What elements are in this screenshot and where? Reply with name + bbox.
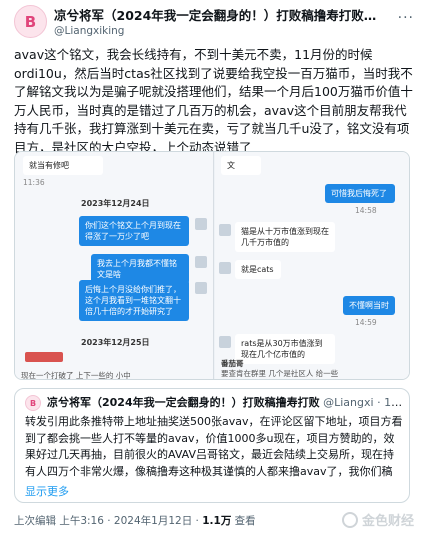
view-count: 1.1万 xyxy=(202,515,232,527)
view-label: 查看 xyxy=(231,515,256,527)
avatar xyxy=(195,282,207,294)
chat-bubble: 你们这个铭文上个月到现在得涨了一万少了吧 xyxy=(79,216,189,246)
avatar xyxy=(195,256,207,268)
show-more-link[interactable]: 显示更多 xyxy=(25,483,69,499)
chat-bubble: rats是从30万市值涨到现在几个亿市值的 xyxy=(235,334,335,364)
watermark: 金色财经 xyxy=(341,510,414,529)
quoted-author-name: 凉兮将军（2024年我一定会翻身的！）打败稿撸寿打败 xyxy=(47,396,320,409)
watermark-logo-icon xyxy=(341,511,358,528)
chat-time: 14:59 xyxy=(355,318,377,327)
author-name[interactable]: 凉兮将军（2024年我一定会翻身的！）打败稿撸寿打败陈智超。 xyxy=(54,8,384,24)
quoted-tweet[interactable]: B 凉兮将军（2024年我一定会翻身的！）打败稿撸寿打败 @Liangxi · … xyxy=(14,388,410,503)
tweet-meta: 上次编辑 上午3:16 · 2024年1月12日 · 1.1万 查看 xyxy=(14,514,256,528)
chat-bubble: 可惜我后悔死了 xyxy=(325,184,395,203)
redaction-mark xyxy=(25,352,63,362)
tweet-text: avav这个铭文，我会长线持有，不到十美元不卖，11月份的时候ordi10u，然… xyxy=(14,47,413,155)
chat-date: 2023年12月24日 xyxy=(81,199,150,208)
chat-bubble: 不懂啊当时 xyxy=(343,296,395,315)
chat-screenshot-image[interactable]: 就当有修吧 11:36 2023年12月24日 你们这个铭文上个月到现在得涨了一… xyxy=(14,151,410,380)
tweet-header: B 凉兮将军（2024年我一定会翻身的！）打败稿撸寿打败陈智超。 @Liangx… xyxy=(0,0,424,42)
avatar: B xyxy=(25,395,41,411)
quoted-tweet-header: 凉兮将军（2024年我一定会翻身的！）打败稿撸寿打败 @Liangxi · 13… xyxy=(47,395,403,410)
quoted-author-handle: @Liangxi xyxy=(323,396,374,409)
chat-bubble: 文 xyxy=(221,156,261,175)
avatar xyxy=(219,262,231,274)
right-chat-panel: 文 可惜我后悔死了 14:58 猫是从十万市值涨到现在几千万市值的 就是cats… xyxy=(215,152,409,379)
chat-date: 2023年12月25日 xyxy=(81,338,150,347)
chat-bubble: 猫是从十万市值涨到现在几千万市值的 xyxy=(235,222,335,252)
avatar xyxy=(219,336,231,348)
avatar[interactable]: B xyxy=(14,5,47,38)
chat-bubble: 后悔上个月没给你们推了，这个月我看到一堆铭文翻十倍几十倍的才开始研究了 xyxy=(79,280,189,321)
chat-preview: 要查肯在群里 几个是社区人 给一些 xyxy=(221,369,339,378)
tweet-timestamp[interactable]: 上次编辑 上午3:16 · 2024年1月12日 · xyxy=(14,515,202,527)
chat-time: 14:58 xyxy=(355,206,377,215)
quoted-tweet-text: 转发引用此条推特带上地址抽奖送500张avav，在评论区留下地址，项目方看到了都… xyxy=(25,415,403,478)
quoted-tweet-time: 13小时 xyxy=(384,396,403,409)
chat-bubble: 就当有修吧 xyxy=(23,156,103,175)
left-chat-panel: 就当有修吧 11:36 2023年12月24日 你们这个铭文上个月到现在得涨了一… xyxy=(15,152,214,379)
chat-bubble: 就是cats xyxy=(235,260,281,279)
watermark-text: 金色财经 xyxy=(361,514,414,529)
avatar xyxy=(195,218,207,230)
chat-preview: 现在一个打破了 上下一些的 小中 xyxy=(21,371,131,380)
avatar xyxy=(219,224,231,236)
chat-time: 11:36 xyxy=(23,178,45,187)
more-options-icon[interactable]: ··· xyxy=(398,10,414,26)
author-handle[interactable]: @Liangxiking xyxy=(54,24,124,38)
